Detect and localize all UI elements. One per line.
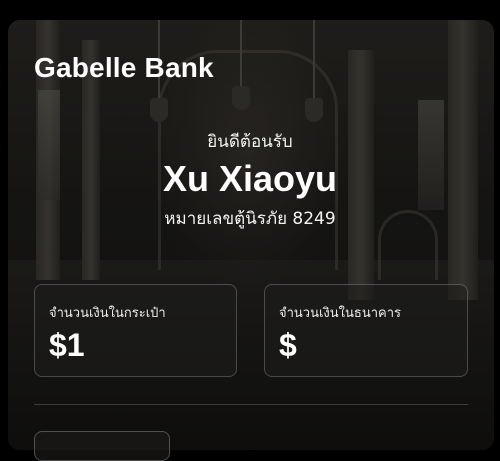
wallet-balance-value: $1 xyxy=(49,327,85,363)
welcome-greeting: ยินดีต้อนรับ xyxy=(207,132,293,152)
bank-name: Gabelle Bank xyxy=(34,52,214,83)
section-divider xyxy=(34,404,468,405)
bank-balance-card: จำนวนเงินในธนาคาร $ xyxy=(264,284,468,377)
bank-balance-value: $ xyxy=(279,327,297,363)
background-overlay xyxy=(8,20,494,450)
bank-panel xyxy=(8,20,494,450)
action-button[interactable] xyxy=(34,431,170,461)
bank-balance-label: จำนวนเงินในธนาคาร xyxy=(279,306,402,321)
wallet-balance-label: จำนวนเงินในกระเป๋า xyxy=(49,306,166,321)
customer-name: Xu Xiaoyu xyxy=(162,158,338,199)
wallet-balance-card: จำนวนเงินในกระเป๋า $1 xyxy=(34,284,237,377)
safe-box-number: หมายเลขตู้นิรภัย 8249 xyxy=(164,209,336,229)
